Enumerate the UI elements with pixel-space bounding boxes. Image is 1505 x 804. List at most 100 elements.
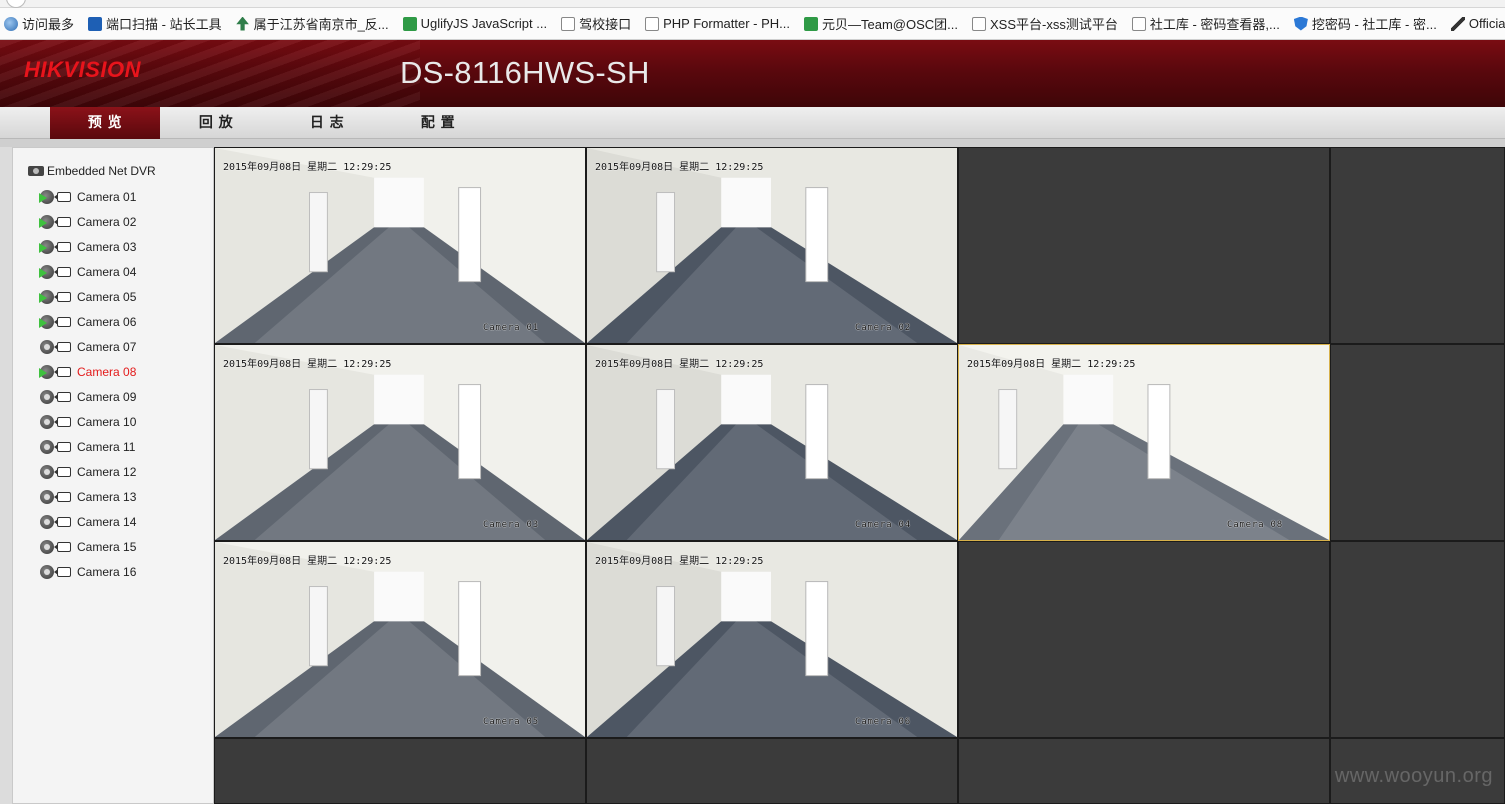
idle-status-icon[interactable]	[40, 439, 54, 454]
empty-video-tile[interactable]	[1330, 147, 1505, 344]
idle-status-icon[interactable]	[40, 514, 54, 529]
camera-label: Camera 04	[77, 264, 137, 279]
page-icon	[1131, 16, 1146, 31]
bookmark-uglifyjs[interactable]: UglifyJS JavaScript ...	[399, 16, 557, 31]
video-tile[interactable]: 2015年09月08日 星期二 12:29:25 Camera 04	[586, 344, 958, 541]
camera-frame	[215, 345, 585, 540]
bookmark-port-scan[interactable]: 端口扫描 - 站长工具	[84, 14, 232, 33]
video-tile[interactable]: 2015年09月08日 星期二 12:29:25 Camera 02	[586, 147, 958, 344]
bookmark-php-formatter[interactable]: PHP Formatter - PH...	[641, 16, 800, 31]
camera-tree-item[interactable]: Camera 11	[40, 434, 136, 459]
device-tree-root[interactable]: Embedded Net DVR	[28, 164, 156, 178]
camera-tree-item[interactable]: Camera 12	[40, 459, 136, 484]
bookmark-most-visited[interactable]: 访问最多	[0, 14, 84, 33]
camera-label: Camera 09	[77, 389, 137, 404]
osd-timestamp: 2015年09月08日 星期二 12:29:25	[223, 359, 392, 370]
green-icon	[402, 16, 417, 31]
camera-icon	[54, 191, 71, 202]
video-tile[interactable]: 2015年09月08日 星期二 12:29:25 Camera 03	[214, 344, 586, 541]
bookmark-password-lookup[interactable]: 挖密码 - 社工库 - 密...	[1290, 14, 1447, 33]
camera-icon	[54, 541, 71, 552]
camera-label: Camera 12	[77, 464, 137, 479]
play-status-icon[interactable]	[39, 239, 54, 254]
camera-frame	[587, 542, 957, 737]
camera-icon	[54, 516, 71, 527]
camera-label: Camera 11	[77, 439, 136, 454]
camera-frame	[959, 345, 1329, 540]
play-status-icon[interactable]	[39, 214, 54, 229]
camera-tree-item[interactable]: Camera 10	[40, 409, 136, 434]
video-tile[interactable]: 2015年09月08日 星期二 12:29:25 Camera 01	[214, 147, 586, 344]
camera-tree-item[interactable]: Camera 02	[39, 209, 137, 234]
camera-label: Camera 14	[77, 514, 137, 529]
bookmark-osc-team[interactable]: 元贝—Team@OSC团...	[800, 14, 968, 33]
tab-playback[interactable]: 回 放	[161, 107, 271, 139]
camera-tree-item[interactable]: Camera 07	[40, 334, 136, 359]
empty-video-tile[interactable]	[1330, 541, 1505, 738]
osd-camera-name: Camera 02	[855, 323, 911, 333]
play-status-icon[interactable]	[39, 264, 54, 279]
empty-video-tile[interactable]	[586, 738, 958, 804]
osd-timestamp: 2015年09月08日 星期二 12:29:25	[223, 162, 392, 173]
tab-log[interactable]: 日 志	[272, 107, 382, 139]
video-tile[interactable]: 2015年09月08日 星期二 12:29:25 Camera 05	[214, 541, 586, 738]
play-status-icon[interactable]	[39, 189, 54, 204]
camera-tree-item[interactable]: Camera 09	[40, 384, 136, 409]
camera-tree-item[interactable]: Camera 15	[40, 534, 136, 559]
dvr-icon	[28, 166, 44, 176]
bookmark-password-viewer[interactable]: 社工库 - 密码查看器,...	[1128, 14, 1290, 33]
video-tile[interactable]: 2015年09月08日 星期二 12:29:25 Camera 08	[958, 344, 1330, 541]
nav-separator	[0, 139, 1505, 147]
camera-icon	[54, 491, 71, 502]
main-nav: 预 览 回 放 日 志 配 置	[0, 107, 1505, 139]
idle-status-icon[interactable]	[40, 389, 54, 404]
play-status-icon[interactable]	[39, 364, 54, 379]
play-status-icon[interactable]	[39, 289, 54, 304]
camera-tree-item[interactable]: Camera 05	[39, 284, 136, 309]
camera-icon	[54, 366, 71, 377]
browser-button[interactable]	[6, 0, 26, 8]
browser-toolbar-edge	[0, 0, 1505, 8]
camera-tree-item[interactable]: Camera 13	[40, 484, 136, 509]
camera-icon	[54, 291, 71, 302]
tree-icon	[236, 16, 249, 31]
camera-frame	[587, 148, 957, 343]
play-status-icon[interactable]	[39, 314, 54, 329]
empty-video-tile[interactable]	[214, 738, 586, 804]
tab-preview[interactable]: 预 览	[50, 107, 160, 139]
tab-config[interactable]: 配 置	[383, 107, 493, 139]
camera-icon	[54, 391, 71, 402]
bookmark-driving-school-api[interactable]: 驾校接口	[557, 14, 641, 33]
sword-icon	[1450, 16, 1465, 31]
camera-tree-item[interactable]: Camera 16	[40, 559, 136, 584]
video-tile[interactable]: 2015年09月08日 星期二 12:29:25 Camera 06	[586, 541, 958, 738]
camera-tree-item[interactable]: Camera 14	[40, 509, 136, 534]
camera-tree-item[interactable]: Camera 01	[39, 184, 136, 209]
page-icon	[645, 16, 660, 31]
camera-label: Camera 13	[77, 489, 137, 504]
idle-status-icon[interactable]	[40, 539, 54, 554]
camera-tree-item[interactable]: Camera 04	[39, 259, 137, 284]
camera-icon	[54, 266, 71, 277]
camera-tree-item[interactable]: Camera 03	[39, 234, 136, 259]
idle-status-icon[interactable]	[40, 414, 54, 429]
bookmark-xss-platform[interactable]: XSS平台-xss测试平台	[968, 14, 1128, 33]
empty-video-tile[interactable]	[958, 738, 1330, 804]
empty-video-tile[interactable]	[958, 147, 1330, 344]
bookmark-ip-location[interactable]: 属于江苏省南京市_反...	[232, 14, 399, 33]
watermark: www.wooyun.org	[1334, 765, 1493, 787]
camera-label: Camera 07	[77, 339, 137, 354]
camera-tree-item[interactable]: Camera 06	[39, 309, 136, 334]
idle-status-icon[interactable]	[40, 464, 54, 479]
idle-status-icon[interactable]	[40, 489, 54, 504]
bookmark-kali-docs[interactable]: Official Kali Linux Do	[1447, 16, 1505, 31]
idle-status-icon[interactable]	[40, 339, 54, 354]
idle-status-icon[interactable]	[40, 564, 54, 579]
camera-tree-item[interactable]: Camera 08	[39, 359, 136, 384]
empty-video-tile[interactable]	[1330, 344, 1505, 541]
app-header: HIKVISION DS-8116HWS-SH	[0, 40, 1505, 107]
camera-label: Camera 02	[77, 214, 137, 229]
logo-text: HIKVISION	[24, 57, 141, 82]
osd-camera-name: Camera 05	[483, 717, 539, 727]
empty-video-tile[interactable]	[958, 541, 1330, 738]
